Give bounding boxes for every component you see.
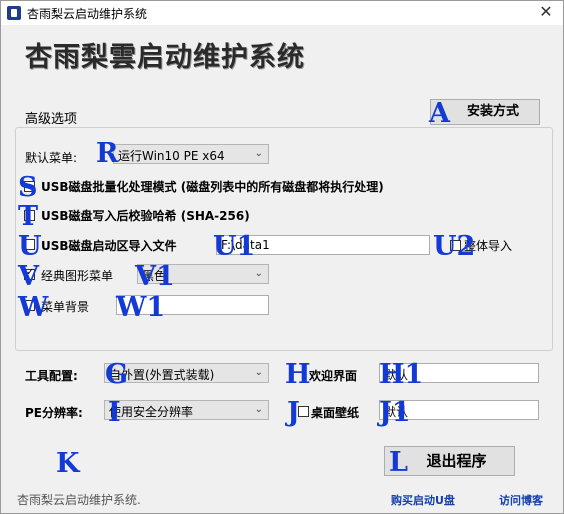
- menu-color-select[interactable]: 黑色 ⌄: [137, 264, 269, 284]
- install-method-button[interactable]: 安装方式: [430, 99, 540, 125]
- chevron-down-icon: ⌄: [254, 148, 263, 159]
- chevron-down-icon: ⌄: [254, 268, 263, 279]
- boot-file-checkbox[interactable]: [24, 239, 35, 250]
- footer-text: 杏雨梨云启动维护系统.: [17, 493, 141, 507]
- advanced-options-label: 高级选项: [25, 112, 78, 127]
- menu-background-label: 菜单背景: [41, 300, 90, 314]
- close-button[interactable]: ✕: [529, 1, 563, 25]
- tools-config-value: 自外置(外置式装载): [109, 368, 215, 382]
- window-title: 杏雨梨云启动维护系统: [27, 7, 148, 21]
- boot-file-label: USB磁盘启动区导入文件: [41, 239, 177, 253]
- marker-h: H: [285, 359, 311, 390]
- wallpaper-input[interactable]: 默认: [379, 400, 539, 420]
- visit-blog-link[interactable]: 访问博客: [499, 492, 543, 508]
- welcome-screen-input[interactable]: 默认: [379, 363, 539, 383]
- whole-import-checkbox[interactable]: [450, 240, 461, 251]
- batch-mode-label: USB磁盘批量化处理模式 (磁盘列表中的所有磁盘都将执行处理): [41, 180, 384, 194]
- pe-resolution-select[interactable]: 使用安全分辨率 ⌄: [104, 400, 269, 420]
- wallpaper-label: 桌面壁纸: [311, 406, 360, 420]
- buy-usb-link[interactable]: 购买启动U盘: [391, 492, 455, 508]
- tools-config-label: 工具配置:: [25, 369, 78, 383]
- menu-color-value: 黑色: [142, 269, 167, 283]
- menu-background-checkbox[interactable]: [24, 300, 35, 311]
- pe-resolution-value: 使用安全分辨率: [109, 405, 194, 419]
- boot-file-path-input[interactable]: F:\data1: [216, 235, 430, 255]
- wallpaper-checkbox[interactable]: [298, 406, 309, 417]
- default-menu-value: 运行Win10 PE x64: [118, 149, 225, 163]
- menu-background-input[interactable]: [116, 295, 269, 315]
- hash-verify-checkbox[interactable]: [24, 210, 35, 221]
- title-bar: 杏雨梨云启动维护系统 ✕: [1, 1, 563, 25]
- batch-mode-checkbox[interactable]: [24, 181, 35, 192]
- default-menu-select[interactable]: 运行Win10 PE x64 ⌄: [113, 144, 269, 164]
- exit-button-label: 退出程序: [426, 452, 487, 470]
- app-window: 杏雨梨云启动维护系统 ✕ 杏雨梨雲启动维护系统 高级选项 安装方式 默认菜单: …: [0, 0, 564, 514]
- marker-k: K: [56, 448, 80, 479]
- install-method-label: 安装方式: [466, 104, 519, 119]
- classic-menu-label: 经典图形菜单: [41, 269, 114, 283]
- app-icon: [7, 6, 21, 20]
- chevron-down-icon: ⌄: [254, 367, 263, 378]
- chevron-down-icon: ⌄: [254, 404, 263, 415]
- exit-button[interactable]: 退出程序: [384, 446, 515, 476]
- welcome-screen-label: 欢迎界面: [309, 369, 358, 383]
- pe-resolution-label: PE分辨率:: [25, 406, 83, 420]
- banner-title: 杏雨梨雲启动维护系统: [25, 42, 305, 73]
- hash-verify-label: USB磁盘写入后校验哈希 (SHA-256): [41, 209, 250, 223]
- classic-menu-checkbox[interactable]: ✓: [24, 267, 35, 280]
- default-menu-label: 默认菜单:: [25, 151, 78, 165]
- whole-import-label: 整体导入: [464, 239, 513, 253]
- tools-config-select[interactable]: 自外置(外置式装载) ⌄: [104, 363, 269, 383]
